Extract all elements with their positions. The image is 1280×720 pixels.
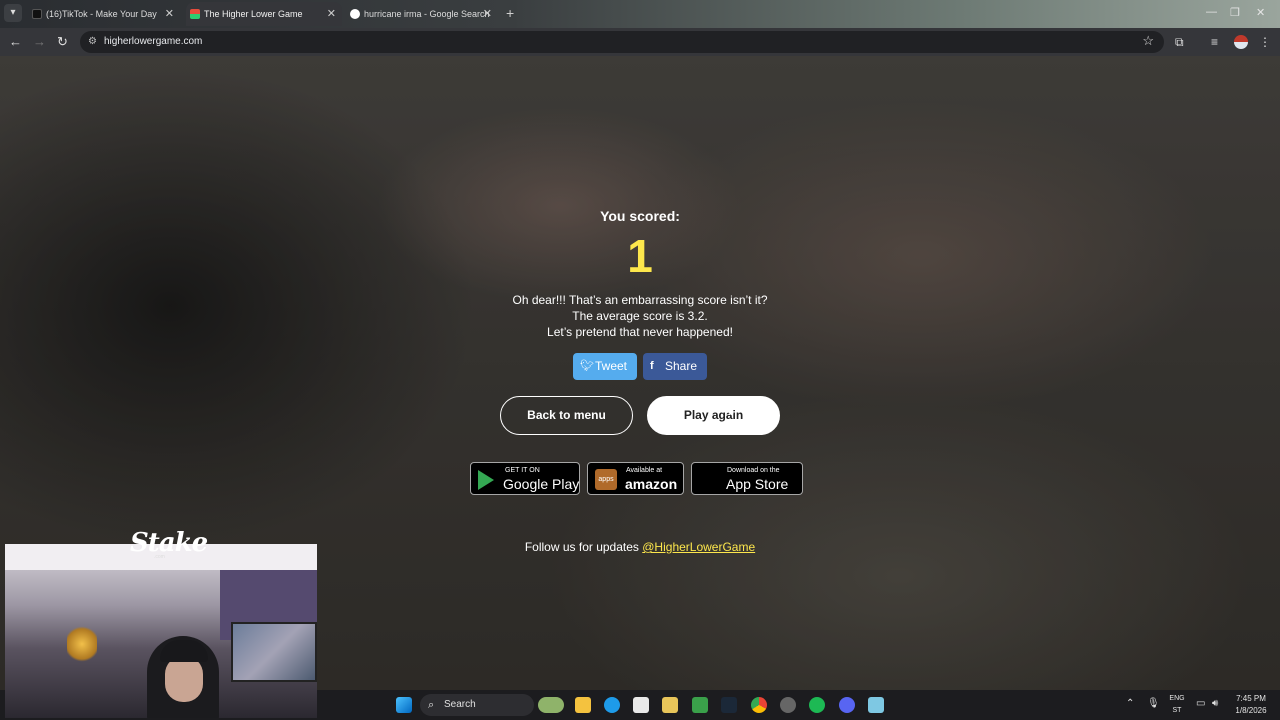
menu-kebab-icon[interactable]: ⋮ [1259,34,1271,50]
tab-google-search[interactable]: hurricane irma - Google Search ✕ [346,2,498,26]
maximize-icon[interactable]: ❐ [1230,6,1240,19]
tab-higher-lower[interactable]: The Higher Lower Game ✕ [186,2,342,26]
amazon-apps-icon: apps [595,469,617,490]
search-placeholder: Search [444,699,476,710]
twitter-bird-icon: 🐦︎ [580,360,594,372]
app-icon[interactable] [662,697,678,713]
windows-start-icon[interactable] [396,697,412,713]
back-arrow-icon[interactable]: ← [9,34,22,50]
close-tab-icon[interactable]: ✕ [483,2,492,26]
mouse-cursor-icon: ⬉ [723,402,735,418]
message-line: The average score is 3.2. [572,309,708,323]
network-icon[interactable]: ▭ [1196,698,1205,710]
stake-logo-sub: .com [154,554,165,560]
notepad-icon[interactable] [868,697,884,713]
app-icon[interactable] [780,697,796,713]
tiktok-icon [32,9,42,19]
final-score: 1 [627,230,653,282]
edge-icon[interactable] [604,697,620,713]
lang-line: ENG [1169,695,1185,702]
xbox-icon[interactable] [692,697,708,713]
store-name: amazon [625,476,678,492]
profile-avatar[interactable] [1234,35,1248,49]
message-line: Let’s pretend that never happened! [547,325,733,339]
play-again-button[interactable]: Play again [647,396,780,435]
store-icon[interactable] [633,697,649,713]
tab-label: The Higher Lower Game [204,9,303,19]
follow-text: Follow us for updates [524,540,643,554]
close-tab-icon[interactable]: ✕ [327,2,336,26]
store-name: Google Play [503,476,580,492]
spotify-icon[interactable] [809,697,825,713]
store-small-text: GET IT ON [505,467,540,474]
widgets-icon[interactable] [538,697,564,713]
back-to-menu-button[interactable]: Back to menu [500,396,633,435]
amazon-appstore-badge[interactable]: apps Available at amazon [587,462,684,495]
extensions-icon[interactable]: ⧉ [1175,34,1184,50]
clock-time: 7:45 PM [1236,694,1266,703]
url-text: higherlowergame.com [104,36,203,47]
tab-label: (16)TikTok - Make Your Day [46,9,157,19]
discord-icon[interactable] [839,697,855,713]
lang-line: ST [1172,707,1182,714]
share-label: Share [665,359,698,373]
file-explorer-icon[interactable] [575,697,591,713]
microphone-icon[interactable]: 🎙︎ [1147,698,1160,710]
search-icon: ⌕ [428,699,435,711]
browser-toolbar: ← → ↻ ⚙ higherlowergame.com ☆ ⧉ ≡ ⋮ [0,28,1280,56]
new-tab-icon[interactable]: + [506,5,514,21]
tab-search-button[interactable]: ▾ [4,4,22,22]
app-store-badge[interactable]: Download on the App Store [691,462,803,495]
result-message: Oh dear!!! That’s an embarrassing score … [0,292,1280,340]
minimize-icon[interactable]: — [1206,6,1217,18]
store-small-text: Download on the [727,467,780,474]
streamer-cap [160,640,208,662]
store-name: App Store [726,476,789,492]
tab-label: hurricane irma - Google Search [364,9,490,19]
stake-logo: Stake [130,528,208,558]
close-window-icon[interactable]: ✕ [1256,6,1265,19]
language-indicator[interactable]: ENG ST [1166,693,1188,717]
tab-tiktok[interactable]: (16)TikTok - Make Your Day ✕ [28,2,180,26]
webcam-monitor [231,622,317,682]
christmas-tree-lights [67,624,97,664]
address-bar[interactable]: ⚙ higherlowergame.com ☆ [80,31,1164,53]
message-line: Oh dear!!! That’s an embarrassing score … [512,293,768,307]
facebook-icon: f [650,360,654,372]
browser-tab-strip: ▾ (16)TikTok - Make Your Day ✕ The Highe… [0,0,1280,28]
streamer-face [165,656,203,702]
tweet-button[interactable]: 🐦︎ Tweet [573,353,637,380]
volume-icon[interactable]: 🔊︎ [1212,698,1218,710]
chrome-icon[interactable] [751,697,767,713]
chevron-up-icon[interactable]: ⌃ [1126,698,1134,710]
google-play-icon [478,470,494,490]
system-clock[interactable]: 7:45 PM 1/8/2026 [1228,693,1274,717]
reading-list-icon[interactable]: ≡ [1211,34,1218,50]
reload-icon[interactable]: ↻ [57,34,68,50]
steam-icon[interactable] [721,697,737,713]
google-icon [350,9,360,19]
you-scored-label: You scored: [600,208,680,224]
webcam-overlay [5,544,317,718]
forward-arrow-icon[interactable]: → [33,34,46,50]
google-play-badge[interactable]: GET IT ON Google Play [470,462,580,495]
bookmark-star-icon[interactable]: ☆ [1142,33,1154,49]
twitter-handle-link[interactable]: @HigherLowerGame [642,540,755,554]
taskbar-search[interactable]: ⌕ Search [420,694,534,716]
close-tab-icon[interactable]: ✕ [165,2,174,26]
tweet-label: Tweet [595,359,628,373]
higher-lower-favicon-icon [190,9,200,19]
site-info-icon[interactable]: ⚙ [88,36,100,48]
share-button[interactable]: f Share [643,353,707,380]
clock-date: 1/8/2026 [1235,706,1267,715]
store-small-text: Available at [626,467,663,474]
